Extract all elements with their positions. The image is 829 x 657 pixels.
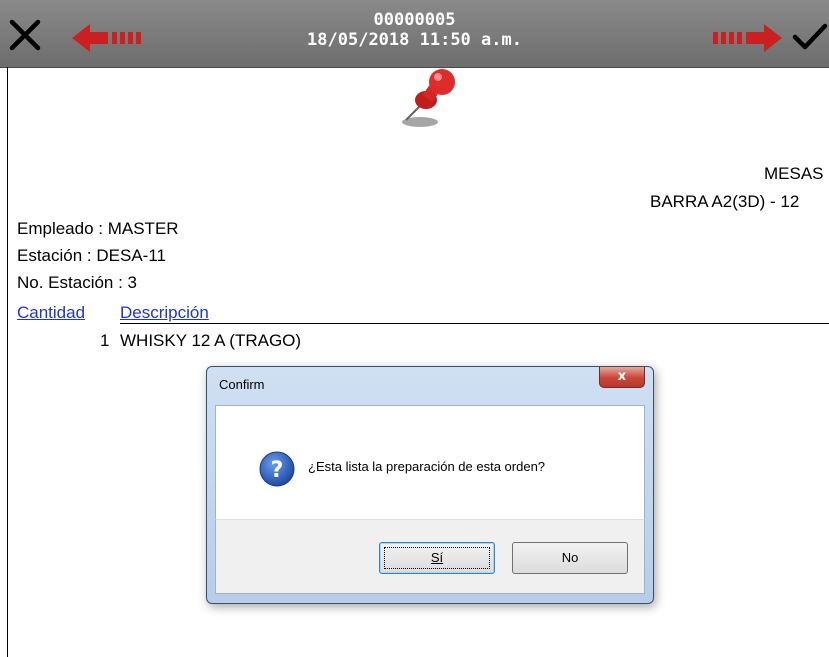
question-icon: ? — [258, 450, 296, 492]
confirm-dialog: Confirm x ? ¿Esta lista la preparación d… — [206, 366, 654, 604]
order-datetime: 18/05/2018 11:50 a.m. — [307, 30, 522, 50]
dialog-message: ¿Esta lista la preparación de esta orden… — [308, 459, 546, 474]
dialog-body: ? ¿Esta lista la preparación de esta ord… — [215, 405, 645, 520]
dialog-button-bar: Sí No — [215, 519, 645, 594]
order-number: 00000005 — [373, 10, 456, 30]
item-description: WHISKY 12 A (TRAGO) — [120, 331, 302, 350]
content-border — [7, 67, 8, 657]
no-button-label: No — [561, 550, 579, 565]
dialog-close-button[interactable]: x — [599, 367, 645, 388]
item-quantity: 1 — [100, 331, 110, 350]
description-column-header[interactable]: Descripción — [120, 303, 209, 323]
employee-label: Empleado : MASTER — [17, 219, 179, 238]
station-label: Estación : DESA-11 — [17, 246, 166, 265]
dialog-title: Confirm — [219, 377, 265, 392]
station-number-label: No. Estación : 3 — [17, 273, 138, 292]
yes-button[interactable]: Sí — [379, 542, 495, 574]
table-label: BARRA A2(3D) - 12 — [650, 192, 800, 211]
checkmark-icon[interactable] — [792, 22, 828, 56]
no-button[interactable]: No — [512, 542, 628, 574]
next-arrow-icon[interactable] — [712, 24, 782, 56]
focus-ring — [384, 547, 490, 569]
quantity-column-header[interactable]: Cantidad — [17, 303, 85, 323]
header-divider — [120, 323, 829, 324]
svg-text:?: ? — [271, 458, 284, 483]
pushpin-icon[interactable] — [400, 62, 470, 136]
area-label: MESAS — [764, 164, 824, 183]
top-toolbar: 00000005 18/05/2018 11:50 a.m. — [0, 0, 829, 68]
